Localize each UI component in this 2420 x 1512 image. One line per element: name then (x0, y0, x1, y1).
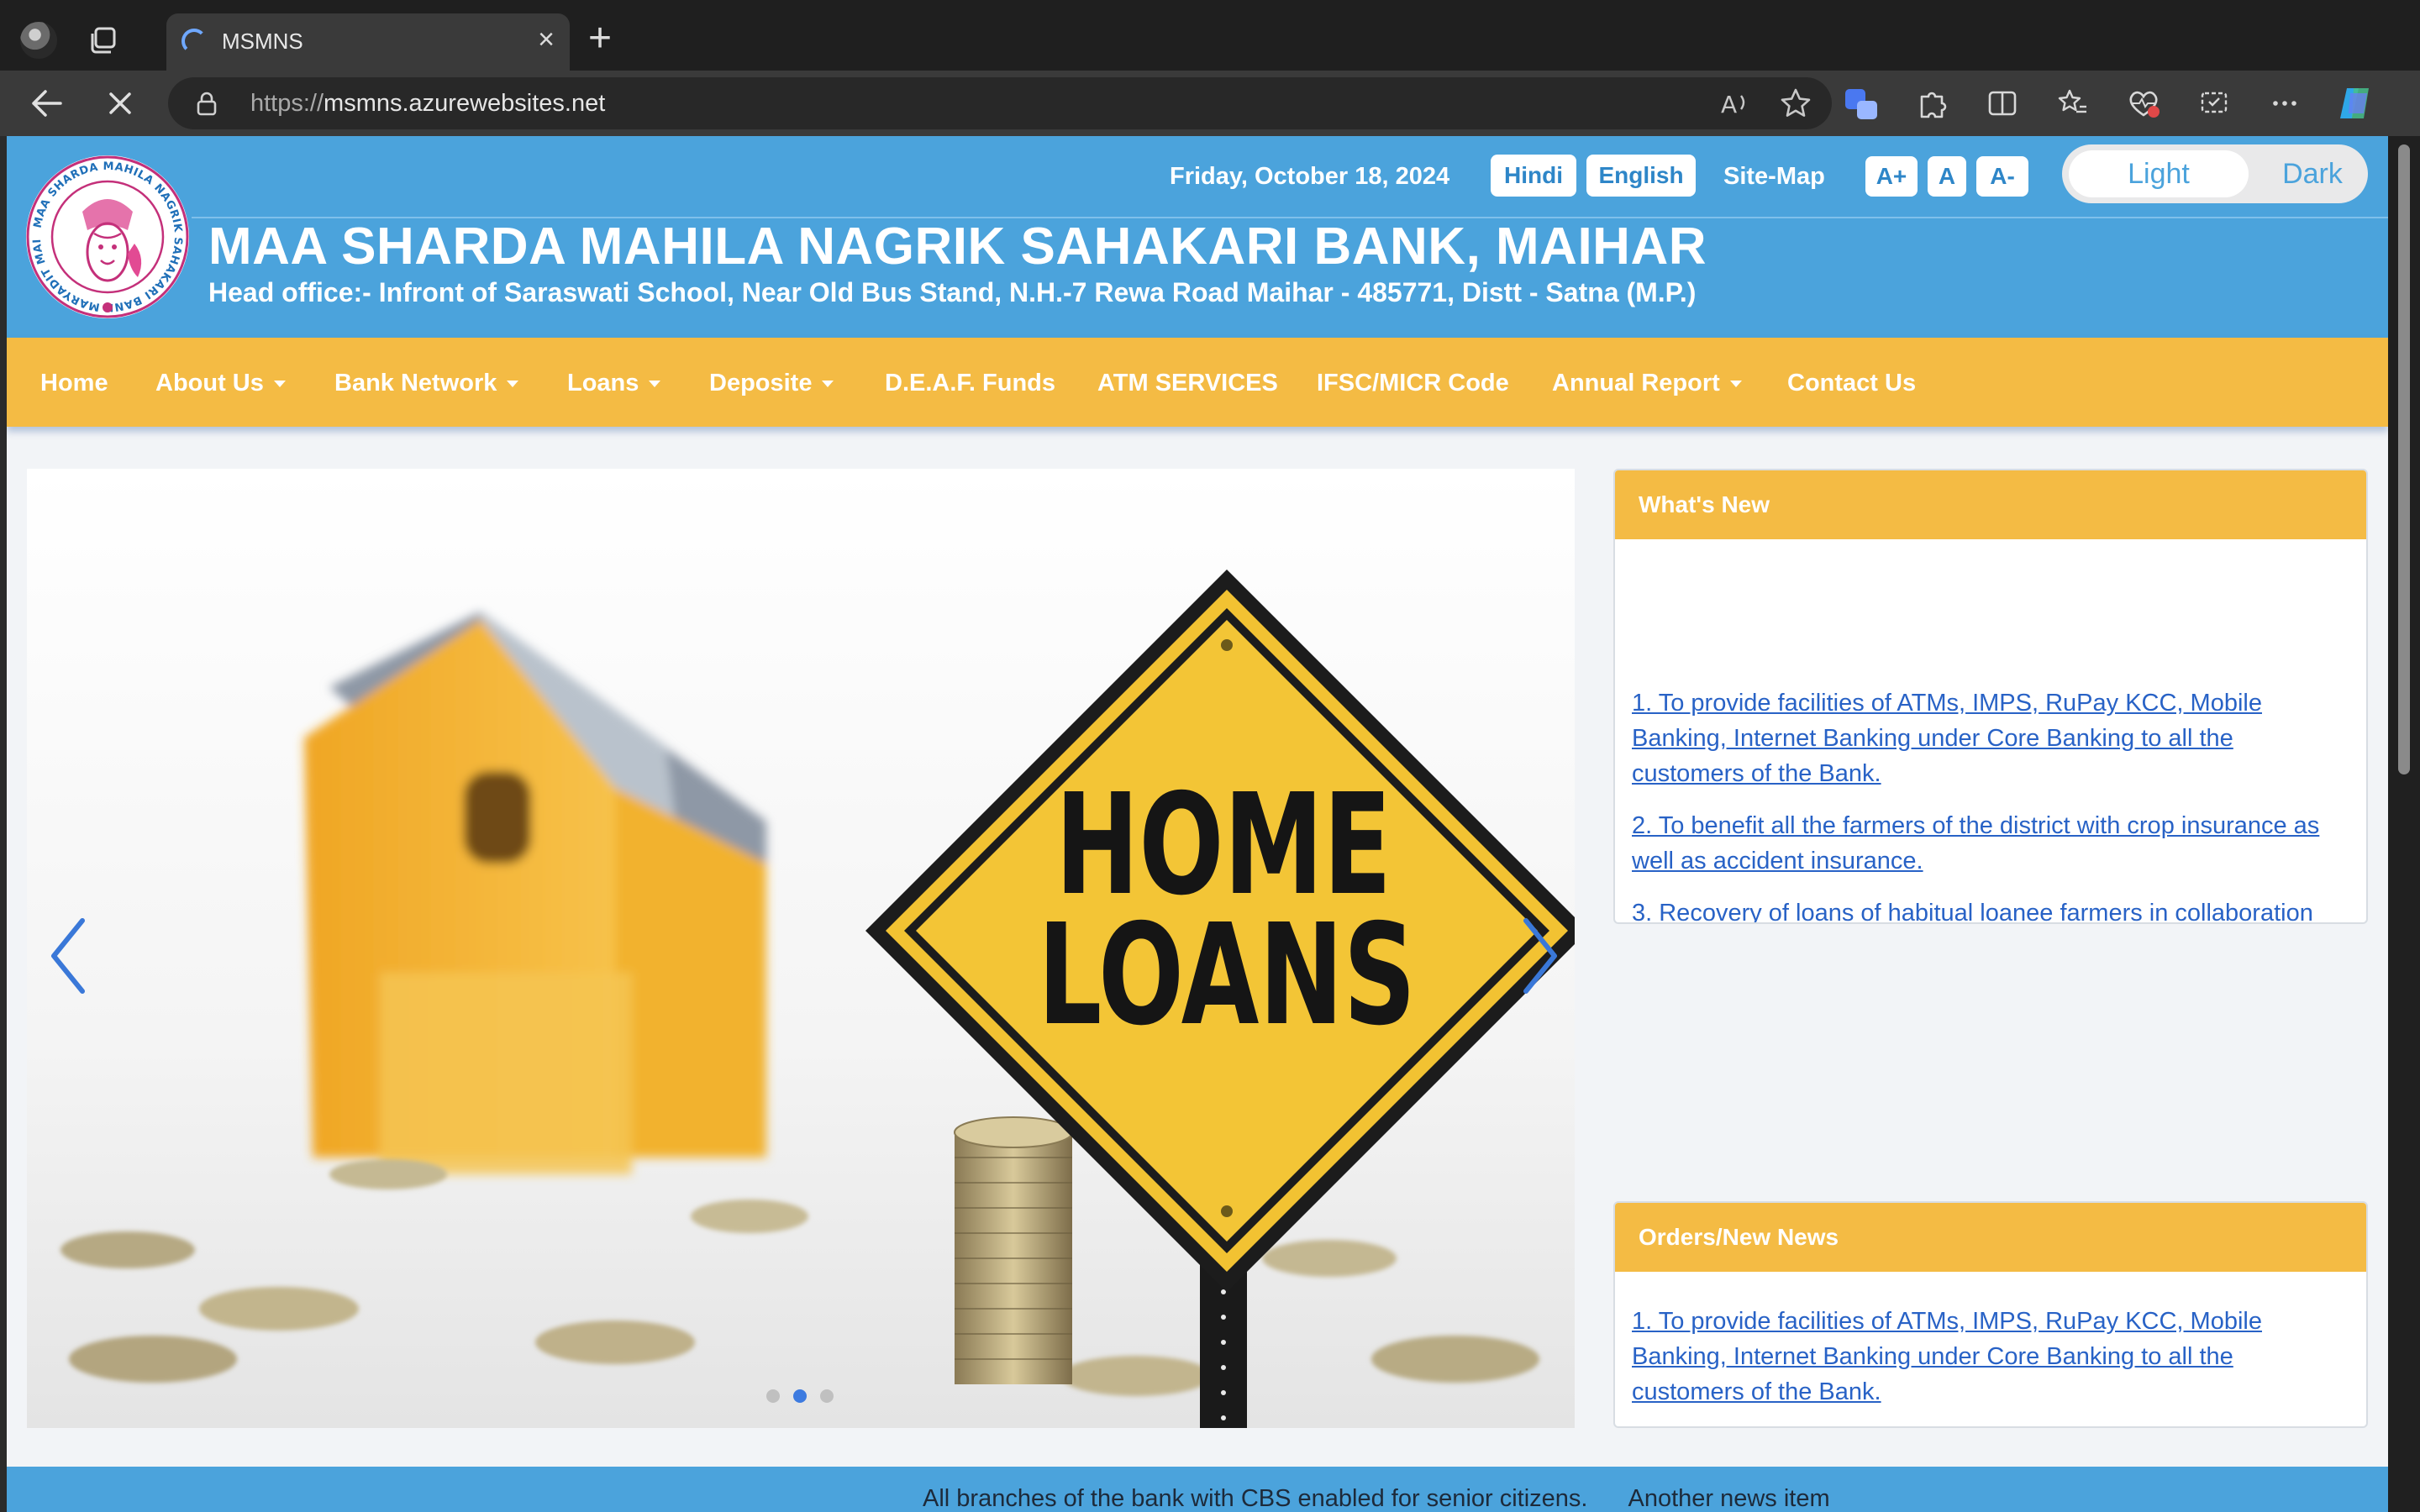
bank-logo[interactable]: MAA SHARDA MAHILA NAGRIK SAHAKARI BANK M… (18, 144, 192, 321)
address-bar[interactable]: https://msmns.azurewebsites.net A (168, 77, 1832, 129)
nav-deposite[interactable]: Deposite (709, 370, 834, 397)
carousel-next-arrow-icon[interactable] (1514, 914, 1565, 998)
nav-contact-us[interactable]: Contact Us (1787, 370, 1916, 397)
browser-tab-bar: MSMNS × + (0, 0, 2420, 71)
nav-label: Deposite (709, 370, 813, 396)
ticker-content: All branches of the bank with CBS enable… (923, 1485, 1870, 1512)
news-ticker: All branches of the bank with CBS enable… (7, 1467, 2388, 1512)
dropdown-caret-icon (822, 381, 834, 388)
profile-avatar[interactable] (20, 22, 57, 59)
nav-label: Annual Report (1552, 370, 1720, 396)
main-navigation: Home About Us Bank Network Loans Deposit… (7, 338, 2388, 427)
copilot-icon[interactable] (2334, 82, 2376, 124)
bank-name: MAA SHARDA MAHILA NAGRIK SAHAKARI BANK, … (208, 218, 1707, 276)
ticker-item[interactable]: All branches of the bank with CBS enable… (923, 1485, 1587, 1512)
browser-essentials-icon[interactable] (2123, 82, 2165, 124)
dropdown-caret-icon (507, 381, 519, 388)
site-map-link[interactable]: Site-Map (1723, 163, 1825, 191)
nav-home[interactable]: Home (40, 370, 108, 397)
tab-msmns[interactable]: MSMNS × (166, 13, 570, 71)
more-menu-icon[interactable] (2264, 82, 2306, 124)
nav-annual-report[interactable]: Annual Report (1552, 370, 1742, 397)
site-header: MAA SHARDA MAHILA NAGRIK SAHAKARI BANK M… (7, 136, 2388, 338)
font-normal-button[interactable]: A (1928, 156, 1966, 197)
lock-icon[interactable] (193, 90, 220, 117)
nav-bank-network[interactable]: Bank Network (334, 370, 519, 397)
nav-label: D.E.A.F. Funds (885, 370, 1055, 396)
whats-new-title: What's New (1615, 470, 2366, 539)
nav-label: IFSC/MICR Code (1317, 370, 1509, 396)
read-aloud-icon[interactable]: A (1719, 87, 1751, 123)
nav-atm-services[interactable]: ATM SERVICES (1097, 370, 1278, 397)
dropdown-caret-icon (273, 381, 286, 388)
orders-news-list: 1. To provide facilities of ATMs, IMPS, … (1615, 1272, 2366, 1410)
nav-deaf-funds[interactable]: D.E.A.F. Funds (885, 370, 1055, 397)
dropdown-caret-icon (1729, 381, 1742, 388)
loading-spinner-icon (182, 29, 207, 54)
nav-loans[interactable]: Loans (567, 370, 661, 397)
theme-dark-option[interactable]: Dark (2264, 150, 2361, 197)
url-protocol: https:// (250, 90, 324, 117)
nav-label: Contact Us (1787, 370, 1917, 396)
home-carousel: HOME LOANS (27, 469, 1575, 1428)
favorites-list-icon[interactable] (2052, 82, 2094, 124)
extensions-puzzle-icon[interactable] (1911, 82, 1953, 124)
font-decrease-button[interactable]: A- (1976, 156, 2028, 197)
extension-blue-icon[interactable] (1840, 82, 1882, 124)
home-loans-slide-image: HOME LOANS (27, 469, 1575, 1428)
hindi-button[interactable]: Hindi (1491, 155, 1576, 197)
page-viewport: MAA SHARDA MAHILA NAGRIK SAHAKARI BANK M… (7, 136, 2388, 1512)
url-text[interactable]: https://msmns.azurewebsites.net (250, 90, 605, 118)
dropdown-caret-icon (649, 381, 661, 388)
whats-new-panel: What's New 1. To provide facilities of A… (1613, 469, 2368, 924)
nav-label: Loans (567, 370, 639, 396)
page-scrollbar[interactable] (2388, 136, 2420, 1512)
theme-light-option[interactable]: Light (2069, 150, 2249, 197)
sign-text-loans: LOANS (1038, 895, 1416, 1057)
url-host: msmns.azurewebsites.net (324, 90, 606, 117)
nav-about-us[interactable]: About Us (155, 370, 286, 397)
stop-loading-icon[interactable] (99, 82, 141, 124)
carousel-dot-1[interactable] (766, 1389, 780, 1403)
new-tab-icon[interactable]: + (588, 18, 612, 59)
ticker-item[interactable]: Another news item (1628, 1485, 1829, 1512)
current-date: Friday, October 18, 2024 (1170, 163, 1450, 190)
whats-new-item[interactable]: 2. To benefit all the farmers of the dis… (1632, 808, 2349, 879)
favorite-star-icon[interactable] (1780, 87, 1812, 123)
browser-toolbar: https://msmns.azurewebsites.net A (0, 71, 2420, 136)
nav-label: Bank Network (334, 370, 497, 396)
scrollbar-thumb[interactable] (2398, 144, 2410, 774)
screenshot-icon[interactable] (2193, 82, 2235, 124)
nav-label: About Us (155, 370, 264, 396)
nav-ifsc-micr[interactable]: IFSC/MICR Code (1317, 370, 1509, 397)
english-button[interactable]: English (1586, 155, 1696, 197)
orders-news-item[interactable]: 1. To provide facilities of ATMs, IMPS, … (1632, 1304, 2349, 1410)
nav-label: ATM SERVICES (1097, 370, 1278, 396)
svg-text:A: A (1721, 91, 1737, 118)
tab-title: MSMNS (222, 29, 303, 54)
carousel-prev-arrow-icon[interactable] (44, 914, 94, 998)
tab-close-icon[interactable]: × (538, 25, 555, 54)
carousel-indicators (766, 1389, 834, 1403)
whats-new-item[interactable]: 3. Recovery of loans of habitual loanee … (1632, 895, 2349, 922)
orders-news-title: Orders/New News (1615, 1203, 2366, 1272)
split-screen-icon[interactable] (1981, 82, 2023, 124)
orders-news-panel: Orders/New News 1. To provide facilities… (1613, 1201, 2368, 1428)
back-arrow-icon[interactable] (25, 82, 67, 124)
whats-new-marquee: 1. To provide facilities of ATMs, IMPS, … (1615, 539, 2366, 922)
carousel-dot-3[interactable] (820, 1389, 834, 1403)
whats-new-item[interactable]: 1. To provide facilities of ATMs, IMPS, … (1632, 685, 2349, 791)
head-office-address: Head office:- Infront of Saraswati Schoo… (208, 277, 1697, 307)
tab-actions-icon[interactable] (89, 25, 119, 55)
nav-label: Home (40, 370, 108, 396)
font-increase-button[interactable]: A+ (1865, 156, 1918, 197)
theme-toggle[interactable]: Light Dark (2062, 144, 2368, 203)
carousel-dot-2[interactable] (793, 1389, 807, 1403)
